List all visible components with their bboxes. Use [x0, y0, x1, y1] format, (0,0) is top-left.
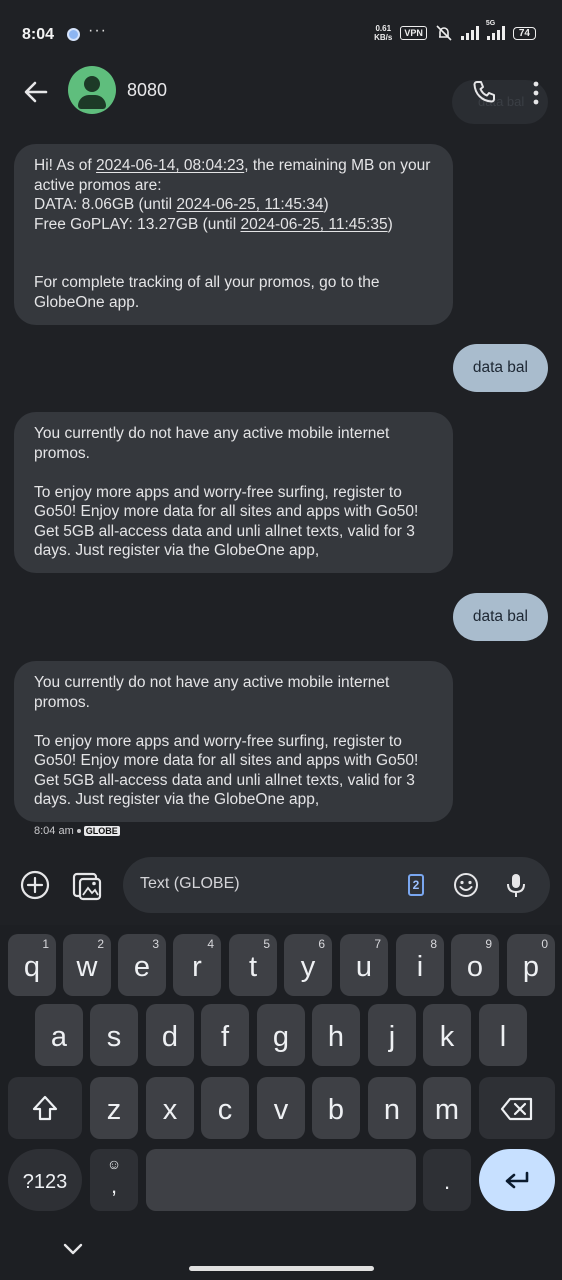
- mute-bell-icon: [436, 25, 452, 41]
- more-options-icon[interactable]: [526, 80, 546, 106]
- key-hint: 6: [318, 937, 325, 951]
- space-bar[interactable]: [146, 1149, 416, 1211]
- key-n[interactable]: n: [368, 1077, 416, 1139]
- network-speed-unit: KB/s: [374, 33, 393, 42]
- key-m[interactable]: m: [423, 1077, 471, 1139]
- home-indicator[interactable]: [189, 1266, 374, 1271]
- contact-name: 8080: [127, 80, 168, 100]
- key-b[interactable]: b: [312, 1077, 360, 1139]
- key-hint: 5: [263, 937, 270, 951]
- key-h[interactable]: h: [312, 1004, 360, 1066]
- key-e[interactable]: e3: [118, 934, 166, 996]
- key-label: q: [23, 951, 41, 983]
- backspace-icon: [500, 1097, 533, 1121]
- key-a[interactable]: a: [35, 1004, 83, 1066]
- date-link[interactable]: 2024-06-25, 11:45:35: [241, 216, 388, 233]
- gallery-icon[interactable]: [70, 867, 104, 903]
- status-time: 8:04: [22, 26, 55, 43]
- hide-keyboard-chevron-icon[interactable]: [60, 1236, 86, 1262]
- key-k[interactable]: k: [423, 1004, 471, 1066]
- compose-placeholder: Text (GLOBE): [140, 875, 240, 892]
- message-outgoing[interactable]: data bal: [452, 593, 548, 641]
- key-o[interactable]: o9: [451, 934, 499, 996]
- key-label: r: [192, 951, 202, 983]
- symbols-key[interactable]: ?123: [8, 1149, 82, 1211]
- message-incoming[interactable]: You currently do not have any active mob…: [14, 661, 453, 822]
- shift-icon: [32, 1095, 58, 1121]
- vpn-icon: VPN: [400, 26, 427, 40]
- key-r[interactable]: r4: [173, 934, 221, 996]
- key-label: u: [355, 951, 373, 983]
- date-link[interactable]: 2024-06-25, 11:45:34: [176, 196, 323, 213]
- key-g[interactable]: g: [257, 1004, 305, 1066]
- message-timestamp: 8:04 am GLOBE: [34, 825, 120, 837]
- microphone-icon[interactable]: [503, 871, 529, 899]
- key-f[interactable]: f: [201, 1004, 249, 1066]
- key-hint: 3: [152, 937, 159, 951]
- key-hint: 8: [430, 937, 437, 951]
- comma-key[interactable]: ☺ ,: [90, 1149, 138, 1211]
- key-label: i: [416, 951, 424, 983]
- key-c[interactable]: c: [201, 1077, 249, 1139]
- key-hint: 4: [207, 937, 214, 951]
- backspace-key[interactable]: [479, 1077, 555, 1139]
- enter-icon: [505, 1171, 529, 1189]
- comma-label: ,: [110, 1173, 118, 1198]
- phone-call-icon[interactable]: [470, 78, 498, 106]
- on-screen-keyboard: q1 w2 e3 r4 t5 y6 u7 i8 o9 p0 a s d f g …: [0, 925, 562, 1280]
- network-speed-value: 0.61: [375, 24, 392, 33]
- key-hint: 9: [485, 937, 492, 951]
- key-hint: 2: [97, 937, 104, 951]
- key-p[interactable]: p0: [507, 934, 555, 996]
- key-hint: 1: [42, 937, 49, 951]
- message-compose-field[interactable]: Text (GLOBE) 2: [123, 857, 550, 913]
- key-d[interactable]: d: [146, 1004, 194, 1066]
- key-label: y: [300, 951, 316, 983]
- key-j[interactable]: j: [368, 1004, 416, 1066]
- date-link[interactable]: 2024-06-14, 08:04:23: [96, 157, 244, 174]
- key-l[interactable]: l: [479, 1004, 527, 1066]
- message-incoming[interactable]: Hi! As of 2024-06-14, 08:04:23, the rema…: [14, 144, 453, 325]
- signal-icon: [460, 26, 479, 40]
- key-s[interactable]: s: [90, 1004, 138, 1066]
- key-v[interactable]: v: [257, 1077, 305, 1139]
- key-t[interactable]: t5: [229, 934, 277, 996]
- period-key[interactable]: .: [423, 1149, 471, 1211]
- separator-dot: [76, 829, 81, 833]
- enter-key[interactable]: [479, 1149, 555, 1211]
- key-y[interactable]: y6: [284, 934, 332, 996]
- key-w[interactable]: w2: [63, 934, 111, 996]
- key-label: t: [248, 951, 258, 983]
- back-arrow-icon[interactable]: [20, 76, 52, 108]
- sim-selector-icon[interactable]: 2: [408, 874, 424, 896]
- key-x[interactable]: x: [146, 1077, 194, 1139]
- add-attachment-icon[interactable]: [18, 867, 52, 903]
- battery-icon: 74: [512, 26, 536, 40]
- sim-label: GLOBE: [83, 826, 120, 836]
- network-type: 5G: [485, 20, 496, 27]
- key-i[interactable]: i8: [396, 934, 444, 996]
- message-outgoing[interactable]: data bal: [452, 344, 548, 392]
- key-label: o: [466, 951, 484, 983]
- key-u[interactable]: u7: [340, 934, 388, 996]
- signal-5g-icon: 5G: [486, 20, 505, 40]
- shift-key[interactable]: [8, 1077, 82, 1139]
- contact-avatar[interactable]: [68, 66, 116, 114]
- key-label: p: [522, 951, 540, 983]
- emoji-icon[interactable]: [453, 872, 479, 898]
- key-q[interactable]: q1: [8, 934, 56, 996]
- key-z[interactable]: z: [90, 1077, 138, 1139]
- key-label: e: [133, 951, 151, 983]
- key-hint: 7: [374, 937, 381, 951]
- message-incoming[interactable]: You currently do not have any active mob…: [14, 412, 453, 573]
- timestamp-text: 8:04 am: [34, 825, 74, 837]
- conversation-header: 8080 data bal: [0, 60, 562, 124]
- more-notifications-icon: ···: [88, 22, 107, 39]
- key-hint: 0: [541, 937, 548, 951]
- network-speed: 0.61 KB/s: [374, 24, 392, 42]
- key-label: w: [76, 951, 98, 983]
- app-notification-icon: [67, 28, 80, 41]
- message-text: Hi! As of: [34, 157, 97, 174]
